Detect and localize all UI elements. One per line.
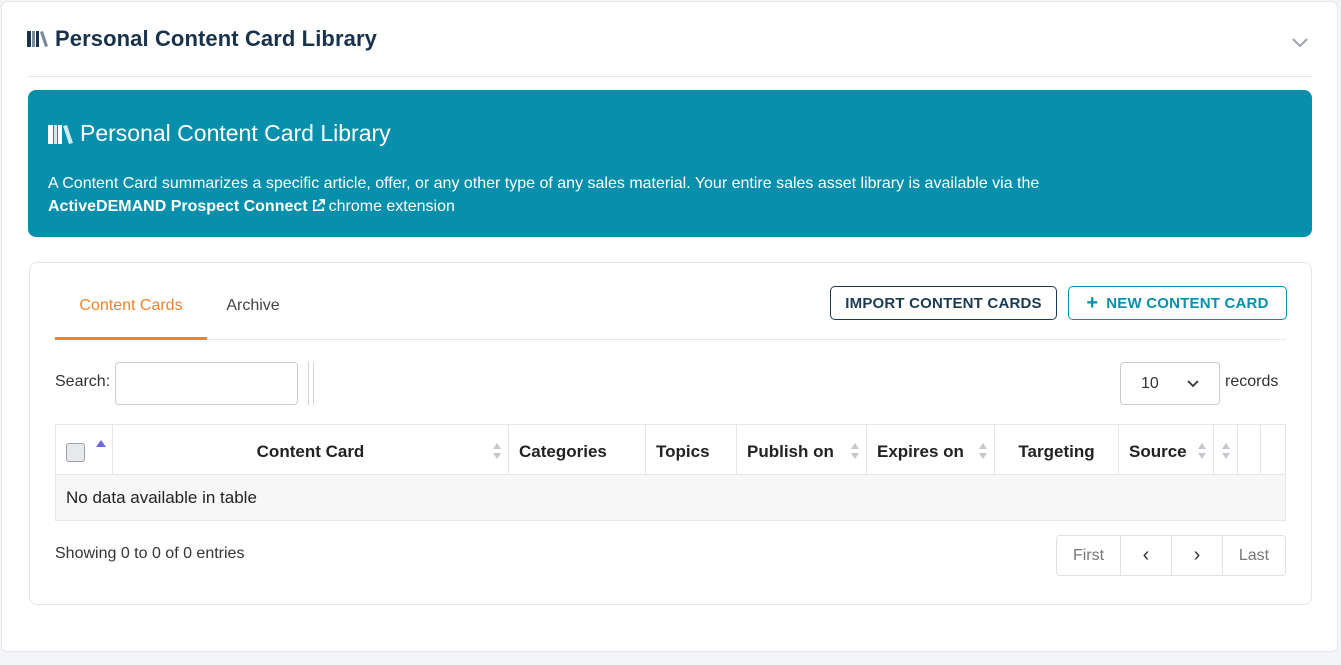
sort-icon: [1222, 443, 1230, 459]
table-header: Content Card Categories Topics Publish o…: [56, 425, 1285, 475]
sort-icon: [851, 443, 859, 459]
tab-archive[interactable]: Archive: [207, 263, 299, 340]
records-label: records: [1225, 373, 1279, 390]
banner-heading: Personal Content Card Library: [48, 120, 391, 147]
column-header-label: Targeting: [1018, 442, 1095, 461]
search-divider: [308, 362, 314, 405]
chevron-down-icon: [1187, 379, 1199, 387]
column-header-label: Content Card: [256, 442, 365, 461]
new-content-card-label: NEW CONTENT CARD: [1106, 294, 1269, 312]
plus-icon: +: [1086, 292, 1099, 314]
chevron-down-icon[interactable]: [1288, 30, 1312, 54]
column-header-publish-on[interactable]: Publish on: [737, 425, 867, 475]
info-banner: Personal Content Card Library A Content …: [28, 90, 1312, 237]
banner-description: A Content Card summarizes a specific art…: [48, 172, 1288, 218]
sort-icon: [1198, 443, 1206, 459]
empty-table-row: No data available in table: [56, 475, 1285, 520]
column-header-source[interactable]: Source: [1119, 425, 1214, 475]
table-info: Showing 0 to 0 of 0 entries: [55, 545, 245, 562]
sort-asc-icon[interactable]: [96, 437, 106, 457]
empty-table-message: No data available in table: [66, 487, 257, 507]
last-page-button[interactable]: Last: [1223, 536, 1285, 575]
sort-icon: [493, 443, 501, 459]
column-header-label: Publish on: [747, 442, 834, 461]
column-header-extra: [1238, 425, 1261, 475]
panel-header: Personal Content Card Library: [27, 2, 1312, 77]
next-page-button[interactable]: ›: [1172, 536, 1223, 575]
column-header-label: Expires on: [877, 442, 964, 461]
page-title: Personal Content Card Library: [55, 26, 377, 51]
tab-content-cards[interactable]: Content Cards: [55, 263, 207, 340]
external-link-icon[interactable]: [311, 198, 326, 213]
new-content-card-button[interactable]: + NEW CONTENT CARD: [1068, 286, 1287, 320]
column-header-expires-on[interactable]: Expires on: [867, 425, 995, 475]
banner-text-after: chrome extension: [328, 198, 455, 215]
banner-text-before: A Content Card summarizes a specific art…: [48, 175, 1040, 192]
first-page-button[interactable]: First: [1057, 536, 1121, 575]
records-selected-value: 10: [1141, 374, 1159, 392]
records-per-page-select[interactable]: 10: [1120, 362, 1220, 405]
content-library-panel: Personal Content Card Library Personal C…: [1, 1, 1338, 652]
select-all-checkbox[interactable]: [66, 442, 85, 462]
library-books-icon: [27, 31, 48, 47]
column-header-categories[interactable]: Categories: [509, 425, 646, 475]
content-cards-card: Content Cards Archive IMPORT CONTENT CAR…: [29, 262, 1312, 605]
import-content-cards-button[interactable]: IMPORT CONTENT CARDS: [830, 286, 1057, 320]
select-all-header: [56, 425, 113, 475]
column-header-topics[interactable]: Topics: [646, 425, 737, 475]
library-books-icon: [48, 124, 73, 144]
column-header-label: Topics: [656, 442, 710, 461]
column-header-content-card[interactable]: Content Card: [113, 425, 509, 475]
content-cards-table: Content Card Categories Topics Publish o…: [55, 424, 1286, 521]
column-header-actions[interactable]: [1214, 425, 1238, 475]
search-label: Search:: [55, 373, 111, 390]
banner-title: Personal Content Card Library: [80, 120, 391, 146]
column-header-label: Source: [1129, 442, 1187, 461]
search-input[interactable]: [115, 362, 298, 405]
prev-page-button[interactable]: ‹: [1121, 536, 1172, 575]
pagination: First ‹ › Last: [1056, 535, 1286, 576]
sort-icon: [979, 443, 987, 459]
column-header-targeting[interactable]: Targeting: [995, 425, 1119, 475]
column-header-extra: [1261, 425, 1285, 475]
column-header-label: Categories: [519, 442, 607, 461]
prospect-connect-link[interactable]: ActiveDEMAND Prospect Connect: [48, 198, 308, 215]
